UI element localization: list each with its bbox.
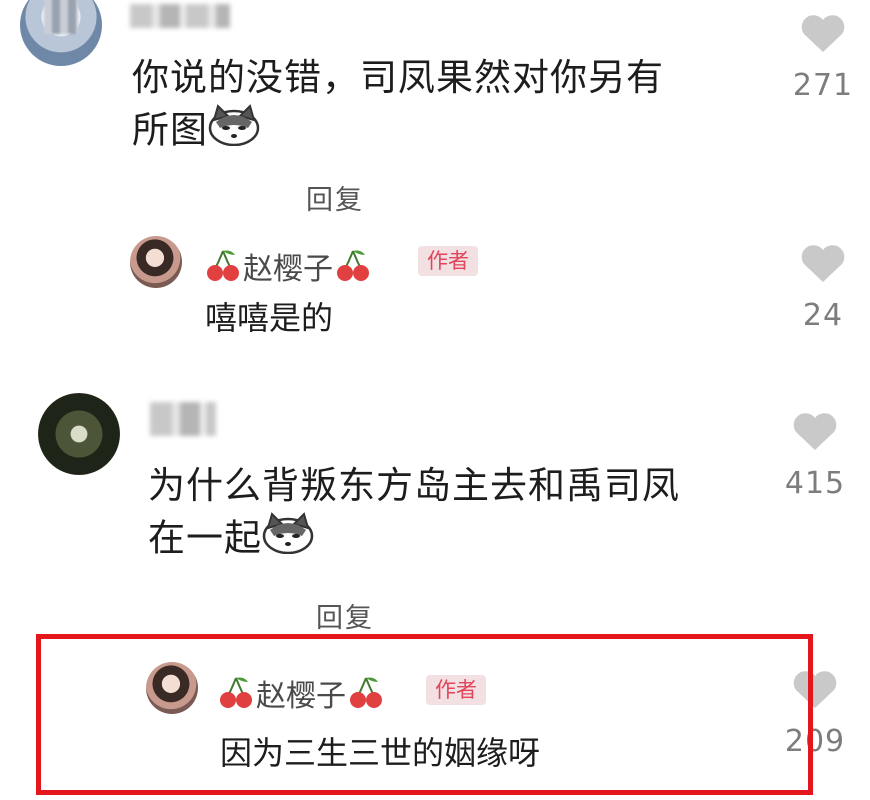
like-count: 271: [792, 68, 854, 103]
commenter-name-blurred[interactable]: [130, 4, 230, 28]
cherry-icon: [207, 250, 239, 281]
cherry-icon: [337, 250, 369, 281]
author-name-text: 赵樱子: [243, 252, 333, 287]
commenter-avatar[interactable]: [38, 393, 120, 475]
highlight-box: [36, 634, 813, 795]
comment-text: 为什么背叛东方岛主去和禹司凤 在一起: [148, 460, 680, 568]
commenter-name-blurred[interactable]: [150, 402, 216, 436]
like-button[interactable]: 271: [788, 14, 858, 103]
commenter-avatar[interactable]: [20, 0, 102, 66]
comment-text: 你说的没错，司凤果然对你另有 所图: [132, 52, 664, 160]
heart-icon: [801, 15, 845, 52]
reply-button[interactable]: 回复: [316, 596, 374, 635]
author-badge: 作者: [418, 246, 478, 276]
like-count: 24: [802, 298, 844, 333]
comment-line: 你说的没错，司凤果然对你另有: [132, 56, 664, 99]
husky-emoji-icon: [208, 104, 260, 160]
author-avatar[interactable]: [130, 236, 182, 288]
heart-icon: [793, 413, 837, 450]
like-button[interactable]: 415: [780, 412, 850, 501]
comment-line: 在一起: [148, 512, 680, 568]
author-reply-text: 嘻嘻是的: [205, 299, 334, 337]
like-count: 415: [784, 466, 846, 501]
comment-line: 为什么背叛东方岛主去和禹司凤: [148, 464, 680, 507]
comment-line-text: 所图: [132, 108, 208, 152]
comment-line: 所图: [132, 104, 664, 160]
comment-line-text: 在一起: [148, 516, 262, 560]
heart-icon: [801, 245, 845, 282]
like-button[interactable]: 24: [788, 244, 858, 333]
reply-button[interactable]: 回复: [306, 178, 364, 217]
husky-emoji-icon: [262, 512, 314, 568]
author-name[interactable]: 赵樱子: [205, 244, 371, 288]
